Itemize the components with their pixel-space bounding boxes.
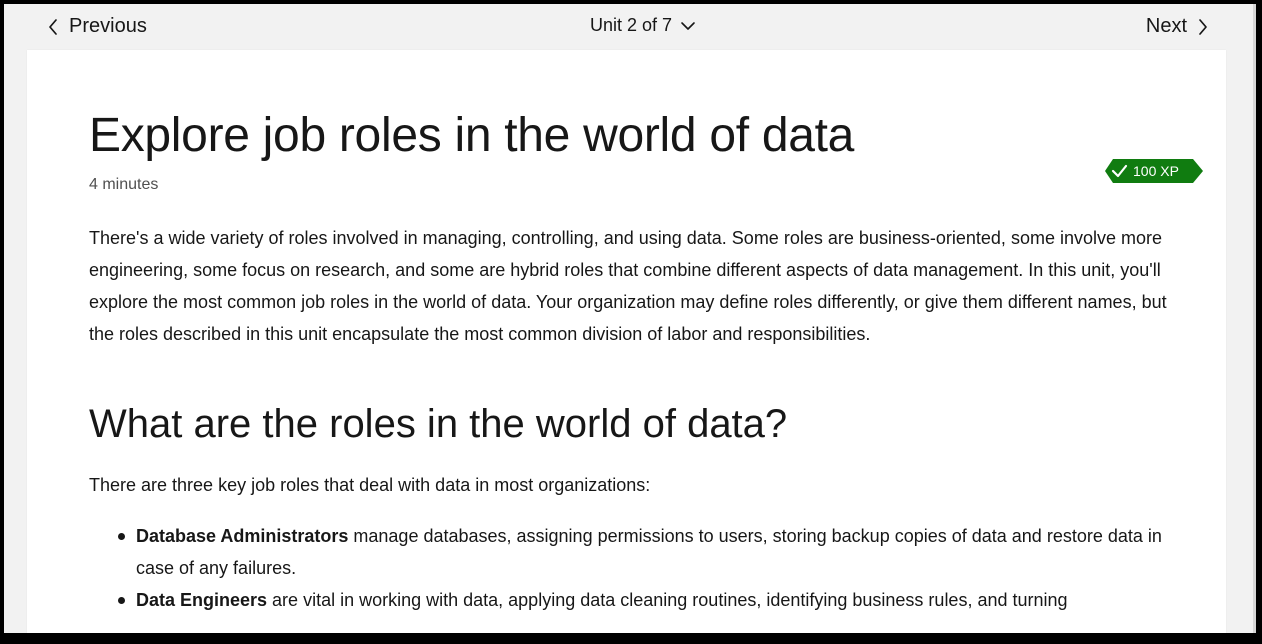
unit-article: Explore job roles in the world of data 4…	[89, 108, 1174, 616]
reading-duration: 4 minutes	[89, 176, 159, 194]
role-name: Data Engineers	[136, 590, 268, 611]
role-name: Database Administrators	[136, 526, 349, 547]
next-unit-link[interactable]: Next	[1146, 15, 1209, 38]
intro-paragraph: There's a wide variety of roles involved…	[89, 228, 1167, 345]
list-item: Data Engineers are vital in working with…	[89, 584, 1176, 616]
chevron-right-icon	[1197, 18, 1209, 36]
chevron-left-icon	[47, 18, 59, 36]
learning-unit-card: 100 XP Explore job roles in the world of…	[27, 50, 1226, 633]
roles-intro: There are three key job roles that deal …	[89, 475, 651, 496]
previous-unit-link[interactable]: Previous	[47, 15, 147, 38]
previous-label: Previous	[69, 15, 147, 37]
role-description: are vital in working with data, applying…	[267, 590, 1068, 611]
unit-selector[interactable]: Unit 2 of 7	[590, 15, 696, 36]
unit-progress-label: Unit 2 of 7	[590, 15, 673, 35]
unit-navigation: Previous Unit 2 of 7 Next	[4, 4, 1253, 48]
list-item: Database Administrators manage databases…	[89, 520, 1176, 584]
chevron-down-icon	[680, 20, 696, 32]
section-heading: What are the roles in the world of data?	[89, 402, 788, 447]
next-label: Next	[1145, 15, 1187, 37]
page-title: Explore job roles in the world of data	[89, 109, 855, 162]
bullet-point-icon	[118, 533, 125, 541]
bullet-point-icon	[118, 597, 125, 605]
browser-content-frame: Previous Unit 2 of 7 Next 100 XP Explore…	[4, 4, 1256, 633]
job-roles-list: Database Administrators manage databases…	[89, 520, 1174, 616]
